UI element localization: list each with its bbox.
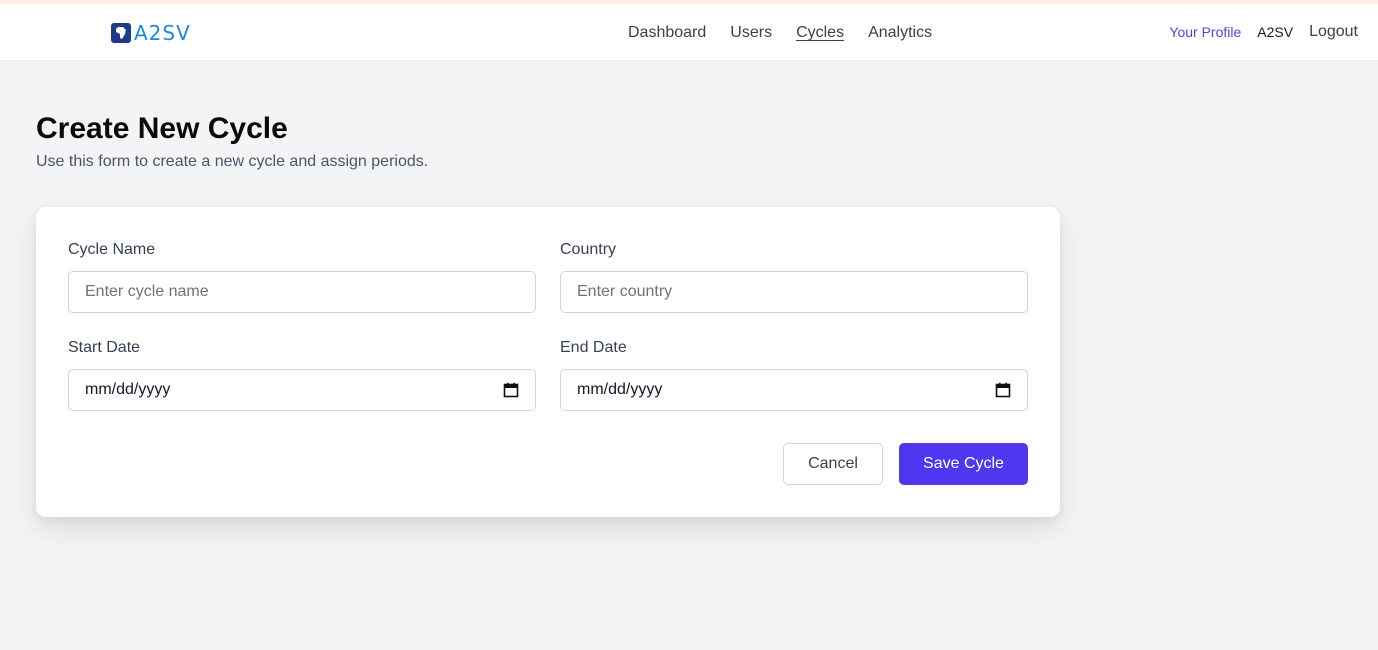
cycle-name-label: Cycle Name xyxy=(68,241,156,258)
start-date-value: mm/dd/yyyy xyxy=(85,381,171,398)
country-group: Country Enter country xyxy=(560,241,1028,313)
page-subtitle: Use this form to create a new cycle and … xyxy=(36,153,429,170)
africa-logo-icon xyxy=(111,23,131,43)
cycle-name-input[interactable]: Enter cycle name xyxy=(68,271,536,313)
start-date-input[interactable]: mm/dd/yyyy xyxy=(68,369,536,411)
end-date-value: mm/dd/yyyy xyxy=(577,381,663,398)
nav-dashboard[interactable]: Dashboard xyxy=(628,23,706,42)
page-title: Create New Cycle xyxy=(36,112,288,145)
create-cycle-form: Cycle Name Enter cycle name Country Ente… xyxy=(36,207,1060,517)
country-input[interactable]: Enter country xyxy=(560,271,1028,313)
country-placeholder: Enter country xyxy=(577,283,673,300)
header-right: Your Profile A2SV Logout xyxy=(1169,23,1358,41)
logo-text: A2SV xyxy=(134,21,191,45)
end-date-label: End Date xyxy=(560,339,627,356)
calendar-icon[interactable] xyxy=(995,382,1011,398)
start-date-group: Start Date mm/dd/yyyy xyxy=(68,339,536,411)
nav-cycles[interactable]: Cycles xyxy=(796,23,844,42)
end-date-group: End Date mm/dd/yyyy xyxy=(560,339,1028,411)
cancel-button[interactable]: Cancel xyxy=(783,443,883,485)
nav-users[interactable]: Users xyxy=(730,23,772,42)
nav-analytics[interactable]: Analytics xyxy=(868,23,932,42)
end-date-input[interactable]: mm/dd/yyyy xyxy=(560,369,1028,411)
cycle-name-placeholder: Enter cycle name xyxy=(85,283,209,300)
cycle-name-group: Cycle Name Enter cycle name xyxy=(68,241,536,313)
your-profile-link[interactable]: Your Profile xyxy=(1169,24,1241,40)
country-label: Country xyxy=(560,241,617,258)
start-date-label: Start Date xyxy=(68,339,141,356)
save-cycle-button[interactable]: Save Cycle xyxy=(899,443,1028,485)
brand-logo[interactable]: A2SV xyxy=(111,23,191,43)
calendar-icon[interactable] xyxy=(503,382,519,398)
top-navbar: A2SV Dashboard Users Cycles Analytics Yo… xyxy=(0,4,1378,61)
logout-link[interactable]: Logout xyxy=(1309,23,1358,41)
org-name: A2SV xyxy=(1257,24,1294,40)
main-nav: Dashboard Users Cycles Analytics xyxy=(628,23,932,42)
